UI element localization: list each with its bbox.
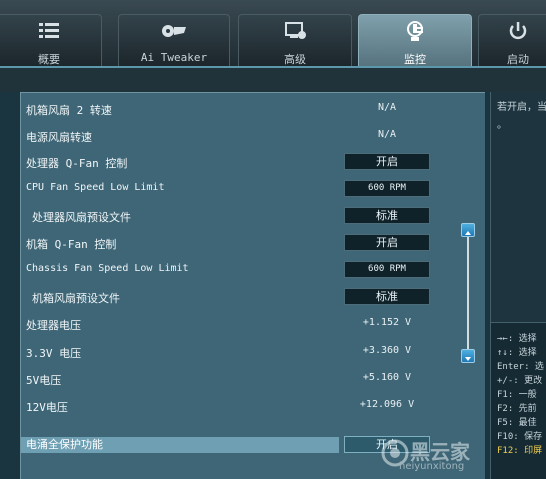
scrollbar-track[interactable]: [467, 223, 469, 355]
help-line: F2: 先前: [497, 404, 537, 414]
setting-label: 电涌全保护功能: [26, 438, 103, 451]
setting-row[interactable]: 处理器电压 +1.152 V: [21, 313, 466, 335]
settings-panel: 机箱风扇 2 转速 N/A 电源风扇转速 N/A 处理器 Q-Fan 控制 开启…: [20, 92, 485, 479]
tab-label: 监控: [404, 53, 426, 66]
setting-row[interactable]: 机箱风扇预设文件 标准: [21, 286, 466, 308]
setting-row[interactable]: 3.3V 电压 +3.360 V: [21, 341, 466, 363]
tab-advanced[interactable]: 高级: [238, 14, 352, 66]
setting-label: 3.3V 电压: [26, 347, 82, 360]
setting-value: N/A: [377, 102, 397, 113]
tab-label: 高级: [284, 53, 306, 66]
setting-row[interactable]: 电源风扇转速 N/A: [21, 125, 466, 147]
setting-label: Chassis Fan Speed Low Limit: [26, 263, 189, 274]
tab-label: 启动: [507, 53, 529, 66]
setting-row[interactable]: 机箱风扇 2 转速 N/A: [21, 98, 466, 120]
setting-row[interactable]: 5V电压 +5.160 V: [21, 368, 466, 390]
monitor-icon: [359, 21, 471, 43]
setting-row[interactable]: CPU Fan Speed Low Limit 600 RPM: [21, 178, 466, 200]
help-line: +/-: 更改: [497, 376, 543, 386]
scroll-up-button[interactable]: [461, 223, 475, 237]
help-line: F1: 一般: [497, 390, 537, 400]
arrow-down-icon: [465, 357, 471, 361]
arrow-up-icon: [465, 231, 471, 235]
setting-label: 处理器 Q-Fan 控制: [26, 157, 128, 170]
setting-value: +12.096 V: [359, 399, 415, 410]
tab-ai-tweaker[interactable]: Ai Tweaker: [118, 14, 230, 66]
tab-label: 概要: [38, 53, 60, 66]
setting-row[interactable]: 12V电压 +12.096 V: [21, 395, 466, 417]
setting-label: CPU Fan Speed Low Limit: [26, 182, 165, 193]
help-line: F5: 最佳: [497, 418, 537, 428]
setting-label: 5V电压: [26, 374, 62, 387]
tab-monitor[interactable]: 监控: [358, 14, 472, 66]
item-description: 若开启，当 。: [490, 92, 546, 322]
setting-label: 机箱风扇 2 转速: [26, 104, 112, 117]
setting-label: 电源风扇转速: [26, 131, 92, 144]
cpu-fan-low-limit-button[interactable]: 600 RPM: [344, 180, 430, 197]
setting-value: +3.360 V: [362, 345, 412, 356]
header-band: [0, 68, 546, 92]
setting-label: 机箱 Q-Fan 控制: [26, 238, 117, 251]
setting-row[interactable]: Chassis Fan Speed Low Limit 600 RPM: [21, 259, 466, 281]
setting-row[interactable]: 处理器风扇预设文件 标准: [21, 205, 466, 227]
power-icon: [479, 21, 546, 43]
help-line: →←: 选择: [497, 334, 537, 344]
top-nav: 概要 Ai Tweaker 高级 监控 启动: [0, 0, 546, 66]
chassis-fan-profile-button[interactable]: 标准: [344, 288, 430, 305]
setting-label: 处理器风扇预设文件: [32, 211, 131, 224]
setting-value: +1.152 V: [362, 317, 412, 328]
setting-label: 机箱风扇预设文件: [32, 292, 120, 305]
cpu-qfan-control-button[interactable]: 开启: [344, 153, 430, 170]
chassis-fan-low-limit-button[interactable]: 600 RPM: [344, 261, 430, 278]
tab-overview[interactable]: 概要: [0, 14, 102, 66]
scroll-down-button[interactable]: [461, 349, 475, 363]
advanced-icon: [239, 21, 351, 43]
help-line: ↑↓: 选择: [497, 348, 537, 358]
description-text: 。: [497, 120, 507, 131]
setting-row[interactable]: 机箱 Q-Fan 控制 开启: [21, 232, 466, 254]
cpu-fan-profile-button[interactable]: 标准: [344, 207, 430, 224]
setting-label: 处理器电压: [26, 319, 81, 332]
description-text: 若开启，当: [497, 102, 546, 113]
watermark: 黑云家 heiyunxitong: [380, 432, 546, 479]
setting-label: 12V电压: [26, 401, 68, 414]
setting-value: N/A: [377, 129, 397, 140]
list-icon: [0, 21, 101, 43]
setting-value: +5.160 V: [362, 372, 412, 383]
watermark-url: heiyunxitong: [399, 461, 465, 472]
chassis-qfan-control-button[interactable]: 开启: [344, 234, 430, 251]
help-line: Enter: 选: [497, 362, 544, 372]
setting-row[interactable]: 处理器 Q-Fan 控制 开启: [21, 151, 466, 173]
tab-label: Ai Tweaker: [140, 51, 208, 64]
tweaker-icon: [119, 21, 229, 43]
tab-boot[interactable]: 启动: [478, 14, 546, 66]
